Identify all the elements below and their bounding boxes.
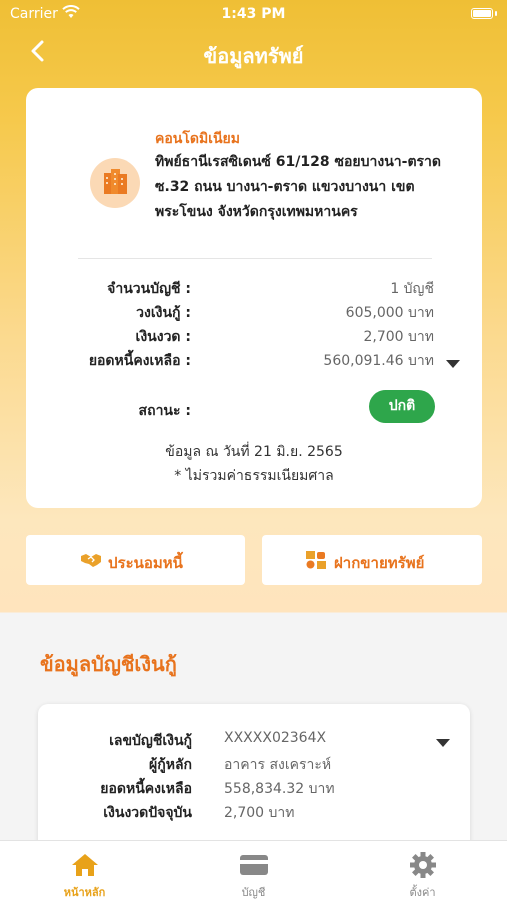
handshake-icon	[81, 554, 101, 567]
status-badge: ปกติ	[369, 390, 435, 423]
summary-row-accounts: จำนวนบัญชี : 1 บัญชี	[26, 278, 482, 300]
page-title: ข้อมูลทรัพย์	[203, 44, 304, 68]
status-bar: Carrier 1:43 PM	[0, 0, 507, 30]
row-value: 2,700 บาท	[363, 329, 434, 345]
loan-row-installment: เงินงวดปัจจุบัน 2,700 บาท	[38, 802, 470, 824]
tab-home[interactable]: หน้าหลัก	[0, 841, 169, 900]
row-label: เงินงวดปัจจุบัน	[103, 805, 192, 821]
debt-negotiation-label: ประนอมหนี้	[108, 554, 183, 572]
property-address: ทิพย์ธานีเรสซิเดนซ์ 61/128 ซอยบางนา-ตราด…	[155, 154, 442, 220]
data-as-of-date: ข้อมูล ณ วันที่ 21 มิ.ย. 2565	[165, 444, 343, 460]
row-label: วงเงินกู้ :	[136, 305, 191, 321]
row-label: เลขบัญชีเงินกู้	[109, 733, 192, 749]
property-sale-icon	[306, 551, 326, 569]
row-value: 1 บัญชี	[390, 281, 434, 297]
row-value: XXXXX02364X	[224, 730, 327, 746]
consign-property-label: ฝากขายทรัพย์	[334, 554, 425, 572]
home-icon	[72, 854, 98, 876]
tab-label: ตั้งค่า	[409, 886, 436, 899]
divider	[78, 258, 432, 259]
expand-chevron-down-icon[interactable]	[436, 739, 450, 747]
tab-accounts[interactable]: บัญชี	[169, 841, 338, 900]
tab-label: หน้าหลัก	[63, 886, 106, 899]
loan-row-borrower: ผู้กู้หลัก อาคาร สงเคราะห์	[38, 754, 470, 776]
property-type: คอนโดมิเนียม	[155, 131, 240, 147]
fee-note: * ไม่รวมค่าธรรมเนียมศาล	[174, 468, 334, 484]
row-label: จำนวนบัญชี :	[107, 281, 191, 297]
row-value: 605,000 บาท	[345, 305, 434, 321]
loan-row-account-number: เลขบัญชีเงินกู้ XXXXX02364X	[38, 730, 470, 752]
tab-bar: หน้าหลัก บัญชี ตั้งค่า	[0, 840, 507, 900]
loan-section-title: ข้อมูลบัญชีเงินกู้	[40, 652, 177, 676]
status-label: สถานะ :	[138, 403, 191, 419]
tab-settings[interactable]: ตั้งค่า	[338, 841, 507, 900]
expand-chevron-down-icon[interactable]	[446, 360, 460, 368]
battery-icon	[471, 8, 493, 19]
row-value: 2,700 บาท	[224, 805, 295, 821]
consign-property-button[interactable]: ฝากขายทรัพย์	[262, 535, 482, 585]
summary-row-installment: เงินงวด : 2,700 บาท	[26, 326, 482, 348]
row-label: ยอดหนี้คงเหลือ	[100, 781, 192, 797]
loan-row-balance: ยอดหนี้คงเหลือ 558,834.32 บาท	[38, 778, 470, 800]
summary-row-balance: ยอดหนี้คงเหลือ : 560,091.46 บาท	[26, 350, 482, 372]
gear-icon	[410, 852, 436, 878]
row-label: ยอดหนี้คงเหลือ :	[88, 353, 191, 369]
row-label: เงินงวด :	[135, 329, 191, 345]
debt-negotiation-button[interactable]: ประนอมหนี้	[26, 535, 245, 585]
row-value: 558,834.32 บาท	[224, 781, 335, 797]
row-value: อาคาร สงเคราะห์	[224, 757, 332, 773]
summary-row-credit-limit: วงเงินกู้ : 605,000 บาท	[26, 302, 482, 324]
card-icon	[240, 855, 268, 875]
tab-label: บัญชี	[241, 886, 266, 899]
property-card: คอนโดมิเนียม ทิพย์ธานีเรสซิเดนซ์ 61/128 …	[26, 88, 482, 508]
nav-bar: ข้อมูลทรัพย์	[0, 32, 507, 72]
row-value: 560,091.46 บาท	[323, 353, 434, 369]
row-label: ผู้กู้หลัก	[149, 757, 192, 773]
clock: 1:43 PM	[221, 6, 286, 22]
building-icon	[90, 158, 140, 208]
